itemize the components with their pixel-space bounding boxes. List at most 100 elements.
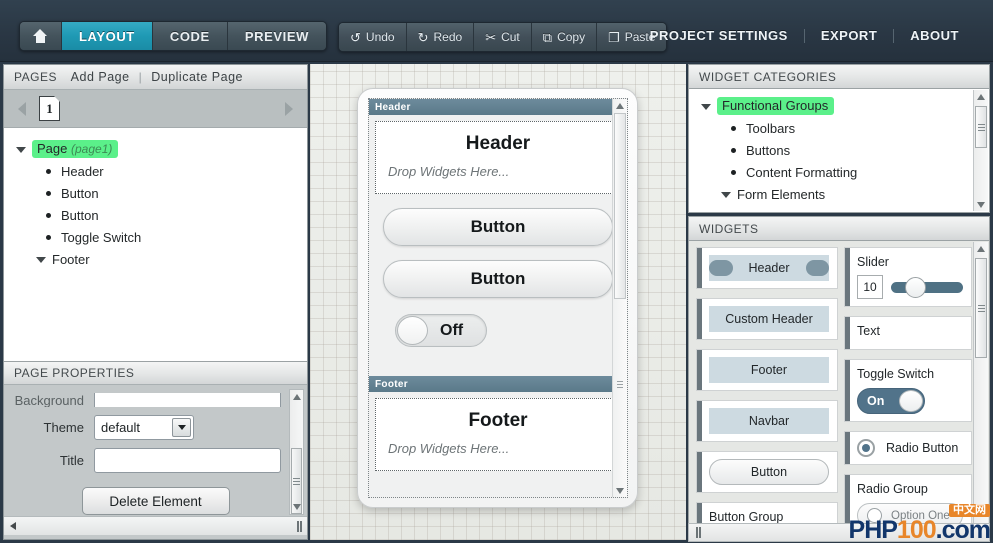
tree-item-header[interactable]: Header: [4, 160, 307, 182]
widget-categories-title: WIDGET CATEGORIES: [699, 70, 836, 84]
duplicate-page-button[interactable]: Duplicate Page: [142, 70, 252, 84]
chevron-down-icon[interactable]: [701, 101, 711, 111]
canvas-button-1[interactable]: Button: [383, 208, 613, 246]
copy-button[interactable]: ⧉ Copy: [532, 23, 597, 51]
footer-region: Footer Footer Drop Widgets Here...: [369, 376, 627, 471]
scrollbar-thumb[interactable]: [614, 113, 626, 299]
scroll-down-button[interactable]: [290, 500, 303, 514]
chevron-down-icon[interactable]: [721, 189, 731, 199]
cut-button[interactable]: ✂ Cut: [474, 23, 532, 51]
copy-icon: ⧉: [543, 31, 552, 44]
footer-title: Footer: [376, 399, 620, 441]
widget-button[interactable]: Button: [696, 451, 838, 493]
widget-text[interactable]: Text: [844, 316, 972, 350]
right-panel: WIDGET CATEGORIES Functional Groups Tool…: [688, 64, 990, 540]
triangle-down-icon: [293, 504, 301, 510]
widget-button-preview: Button: [709, 459, 829, 485]
canvas-button-2[interactable]: Button: [383, 260, 613, 298]
slider-value: 10: [857, 275, 883, 299]
widget-label: Text: [857, 324, 963, 338]
tab-code[interactable]: CODE: [153, 22, 228, 50]
header-drop-hint: Drop Widgets Here...: [376, 164, 620, 193]
home-button[interactable]: [20, 22, 62, 50]
tree-item-button-1[interactable]: Button: [4, 182, 307, 204]
category-item-functional-groups[interactable]: Functional Groups: [689, 95, 989, 117]
scroll-up-button[interactable]: [290, 390, 303, 404]
widget-toggle-switch[interactable]: Toggle Switch On: [844, 359, 972, 422]
undo-button[interactable]: ↺ Undo: [339, 23, 407, 51]
toggle-knob[interactable]: [397, 316, 428, 345]
add-page-button[interactable]: Add Page: [62, 70, 139, 84]
app-root: LAYOUT CODE PREVIEW ↺ Undo ↻ Redo ✂ Cut …: [0, 0, 993, 543]
design-canvas[interactable]: Header Header Drop Widgets Here... Butto…: [310, 64, 686, 540]
widget-custom-header[interactable]: Custom Header: [696, 298, 838, 340]
scroll-up-button[interactable]: [613, 99, 627, 112]
background-label: Background: [4, 393, 94, 407]
tree-item-toggle-switch[interactable]: Toggle Switch: [4, 226, 307, 248]
scroll-up-button[interactable]: [974, 242, 988, 255]
widget-slider[interactable]: Slider 10: [844, 247, 972, 307]
tab-preview[interactable]: PREVIEW: [228, 22, 326, 50]
widget-radio-button[interactable]: Radio Button: [844, 431, 972, 465]
next-page-icon[interactable]: [285, 102, 293, 116]
widget-navbar[interactable]: Navbar: [696, 400, 838, 442]
tree-item-button-2[interactable]: Button: [4, 204, 307, 226]
title-input[interactable]: [94, 448, 281, 473]
category-item-content-formatting[interactable]: Content Formatting: [689, 161, 989, 183]
properties-vertical-scrollbar[interactable]: [289, 389, 304, 515]
category-item-form-elements[interactable]: Form Elements: [689, 183, 989, 205]
header-dropzone[interactable]: Header Drop Widgets Here...: [375, 121, 621, 194]
prev-page-icon[interactable]: [18, 102, 26, 116]
scrollbar-thumb[interactable]: [975, 258, 987, 358]
grip-icon: [293, 481, 300, 482]
chevron-down-icon[interactable]: [36, 254, 46, 264]
watermark-100: 100: [897, 516, 936, 543]
scrollbar-grip-icon[interactable]: [297, 521, 299, 532]
chevron-down-icon[interactable]: [16, 144, 26, 154]
device-screen[interactable]: Header Header Drop Widgets Here... Butto…: [368, 98, 628, 498]
triangle-left-icon[interactable]: [10, 522, 16, 530]
categories-vertical-scrollbar[interactable]: [973, 90, 988, 211]
page-thumbnail-1[interactable]: 1: [39, 96, 60, 121]
top-nav: PROJECT SETTINGS EXPORT ABOUT: [634, 28, 975, 43]
scroll-down-button[interactable]: [974, 198, 988, 211]
tree-item-label: Button: [61, 186, 99, 201]
cut-icon: ✂: [485, 31, 496, 44]
scrollbar-thumb[interactable]: [975, 106, 987, 148]
canvas-vertical-scrollbar[interactable]: [612, 99, 627, 497]
tree-item-label: Page: [37, 141, 67, 156]
category-item-toolbars[interactable]: Toolbars: [689, 117, 989, 139]
about-link[interactable]: ABOUT: [894, 28, 975, 43]
background-input[interactable]: [94, 393, 281, 407]
delete-element-button[interactable]: Delete Element: [82, 487, 230, 515]
widget-footer[interactable]: Footer: [696, 349, 838, 391]
canvas-toggle-switch[interactable]: Off: [395, 314, 487, 347]
chevron-down-icon[interactable]: [172, 418, 191, 437]
project-settings-link[interactable]: PROJECT SETTINGS: [634, 28, 804, 43]
footer-dropzone[interactable]: Footer Drop Widgets Here...: [375, 398, 621, 471]
category-item-buttons[interactable]: Buttons: [689, 139, 989, 161]
scroll-down-button[interactable]: [613, 484, 627, 497]
scrollbar-grip-icon[interactable]: [696, 527, 698, 538]
widgets-vertical-scrollbar[interactable]: [973, 242, 988, 534]
paste-icon: ❐: [608, 31, 620, 44]
export-link[interactable]: EXPORT: [805, 28, 893, 43]
redo-button[interactable]: ↻ Redo: [407, 23, 475, 51]
widget-footer-preview: Footer: [709, 357, 829, 383]
page-properties-header: PAGE PROPERTIES: [4, 361, 307, 385]
widget-slider-preview: 10: [857, 275, 963, 299]
theme-label: Theme: [4, 420, 94, 435]
slider-knob: [905, 277, 926, 298]
theme-select[interactable]: default: [94, 415, 194, 440]
scroll-up-button[interactable]: [974, 90, 988, 103]
cut-label: Cut: [501, 30, 520, 44]
properties-horizontal-scrollbar[interactable]: [4, 516, 307, 535]
pages-panel-header: PAGES Add Page | Duplicate Page: [4, 65, 307, 90]
widget-header[interactable]: Header: [696, 247, 838, 289]
tree-item-footer[interactable]: Footer: [4, 248, 307, 270]
device-frame: Header Header Drop Widgets Here... Butto…: [357, 88, 638, 508]
widget-label: Button Group: [709, 510, 829, 524]
tab-layout[interactable]: LAYOUT: [62, 22, 153, 50]
category-label-wrap: Functional Groups: [717, 97, 834, 115]
tree-item-page[interactable]: Page (page1): [4, 138, 307, 160]
